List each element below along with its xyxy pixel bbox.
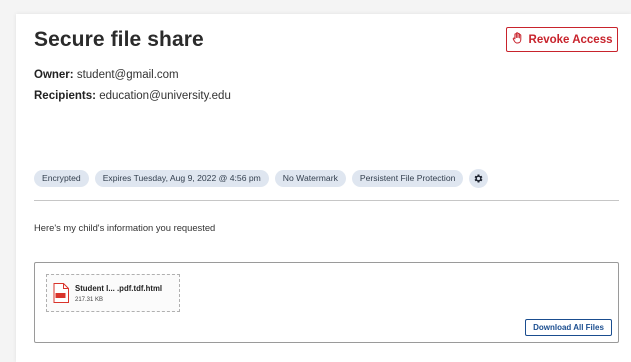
divider bbox=[34, 200, 619, 201]
tag-encrypted: Encrypted bbox=[34, 170, 89, 187]
gear-icon bbox=[474, 174, 483, 183]
recipients-label: Recipients: bbox=[34, 90, 96, 102]
owner-label: Owner: bbox=[34, 69, 74, 81]
tag-expires: Expires Tuesday, Aug 9, 2022 @ 4:56 pm bbox=[94, 170, 269, 187]
share-message: Here's my child's information you reques… bbox=[34, 222, 216, 233]
owner-value: student@gmail.com bbox=[76, 69, 179, 81]
hand-icon bbox=[512, 32, 523, 47]
file-item[interactable]: Student I... .pdf.tdf.html 217.31 KB bbox=[46, 274, 180, 312]
share-card: Secure file share Revoke Access Owner: s… bbox=[16, 14, 631, 362]
tag-no-watermark: No Watermark bbox=[274, 170, 346, 187]
page-title: Secure file share bbox=[34, 28, 204, 51]
download-all-button[interactable]: Download All Files bbox=[525, 319, 612, 336]
recipients-value: education@university.edu bbox=[99, 90, 231, 102]
pdf-file-icon bbox=[53, 283, 69, 303]
owner-line: Owner: student@gmail.com bbox=[34, 69, 179, 81]
policy-tags: Encrypted Expires Tuesday, Aug 9, 2022 @… bbox=[34, 169, 489, 188]
revoke-access-label: Revoke Access bbox=[528, 33, 613, 46]
tag-persistent-protection: Persistent File Protection bbox=[351, 170, 464, 187]
file-size: 217.31 KB bbox=[75, 297, 104, 303]
file-name: Student I... .pdf.tdf.html bbox=[75, 284, 163, 293]
files-panel: Student I... .pdf.tdf.html 217.31 KB Dow… bbox=[34, 262, 619, 343]
revoke-access-button[interactable]: Revoke Access bbox=[506, 27, 618, 52]
settings-button[interactable] bbox=[469, 169, 489, 188]
recipients-line: Recipients: education@university.edu bbox=[34, 90, 231, 102]
